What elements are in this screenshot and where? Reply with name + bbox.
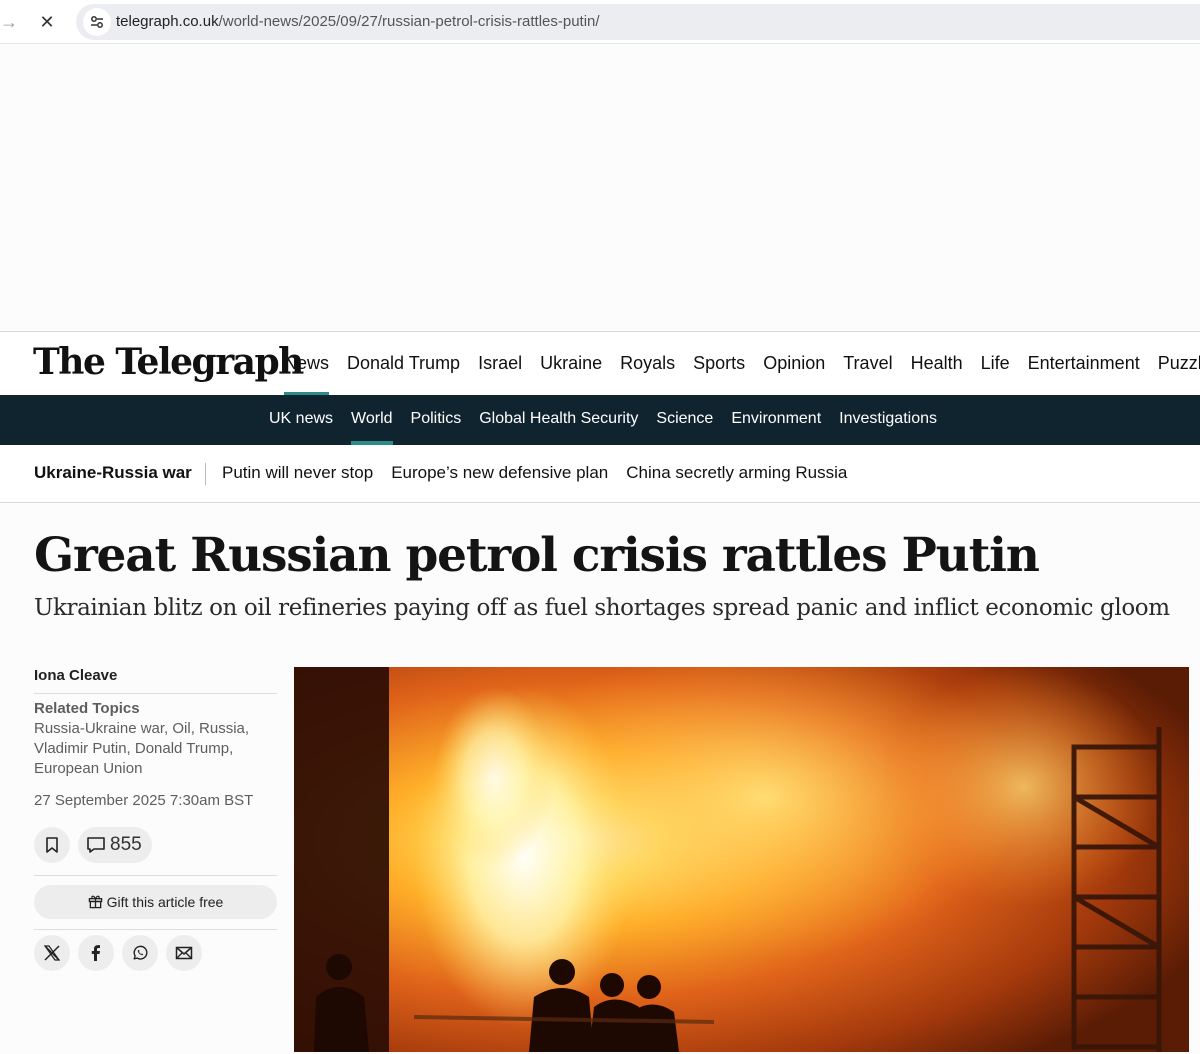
nav-item-life[interactable]: Life — [972, 332, 1019, 396]
x-icon — [43, 945, 61, 961]
nav-item-health[interactable]: Health — [902, 332, 972, 396]
publish-date: 27 September 2025 7:30am BST — [34, 792, 254, 809]
subnav-item-politics[interactable]: Politics — [402, 395, 471, 445]
facebook-icon — [91, 945, 100, 961]
related-topics-list: Russia-Ukraine war, Oil, Russia, Vladimi… — [34, 719, 277, 779]
nav-item-donald-trump[interactable]: Donald Trump — [338, 332, 469, 396]
gift-label: Gift this article free — [106, 894, 224, 910]
bookmark-icon — [46, 837, 58, 853]
nav-item-ukraine[interactable]: Ukraine — [531, 332, 611, 396]
subnav-item-environment[interactable]: Environment — [722, 395, 830, 445]
arrow-right-icon[interactable]: → — [0, 10, 18, 34]
related-topics-line[interactable]: Russia-Ukraine war, Oil, Russia, — [34, 719, 277, 739]
browser-toolbar: → ✕ telegraph.co.uk/world-news/2025/09/2… — [0, 0, 1200, 44]
tune-icon[interactable] — [83, 8, 111, 36]
share-email-button[interactable] — [166, 935, 202, 971]
telegraph-logo[interactable]: The Telegraph — [33, 342, 304, 382]
topic-link[interactable]: Europe’s new defensive plan — [382, 445, 617, 503]
divider — [34, 929, 277, 930]
subnav-item-science[interactable]: Science — [647, 395, 722, 445]
divider — [34, 875, 277, 876]
share-row — [34, 935, 277, 971]
article-headline: Great Russian petrol crisis rattles Puti… — [34, 528, 1040, 583]
url-domain: telegraph.co.uk — [116, 13, 219, 30]
article-standfirst: Ukrainian blitz on oil refineries paying… — [34, 595, 1170, 621]
whatsapp-icon — [133, 945, 148, 960]
gift-article-button[interactable]: Gift this article free — [34, 885, 277, 919]
related-topics-label: Related Topics — [34, 700, 140, 717]
url-path: /world-news/2025/09/27/russian-petrol-cr… — [218, 13, 600, 30]
share-whatsapp-button[interactable] — [122, 935, 158, 971]
share-facebook-button[interactable] — [78, 935, 114, 971]
nav-item-news[interactable]: News — [275, 332, 338, 396]
hero-image-refinery-fire[interactable] — [294, 667, 1189, 1052]
subnav-item-investigations[interactable]: Investigations — [830, 395, 946, 445]
masthead: The Telegraph News Donald Trump Israel U… — [0, 331, 1200, 396]
nav-item-travel[interactable]: Travel — [834, 332, 901, 396]
ad-slot — [0, 45, 1200, 331]
article-actions: 855 — [34, 825, 277, 865]
topic-link[interactable]: China secretly arming Russia — [617, 445, 856, 503]
email-icon — [175, 946, 193, 960]
related-topics-line[interactable]: Vladimir Putin, Donald Trump, — [34, 739, 277, 759]
address-bar[interactable]: telegraph.co.uk/world-news/2025/09/27/ru… — [76, 4, 1200, 40]
nav-item-sports[interactable]: Sports — [684, 332, 754, 396]
related-topics-line[interactable]: European Union — [34, 759, 277, 779]
primary-nav: News Donald Trump Israel Ukraine Royals … — [275, 332, 1200, 396]
url-text[interactable]: telegraph.co.uk/world-news/2025/09/27/ru… — [116, 4, 600, 40]
subnav-item-uk-news[interactable]: UK news — [260, 395, 342, 445]
share-x-button[interactable] — [34, 935, 70, 971]
close-icon[interactable]: ✕ — [34, 9, 60, 35]
nav-item-israel[interactable]: Israel — [469, 332, 531, 396]
gift-icon — [88, 895, 102, 909]
comment-count: 855 — [110, 834, 142, 855]
topic-strip: Ukraine-Russia war Putin will never stop… — [0, 445, 1200, 503]
nav-item-entertainment[interactable]: Entertainment — [1019, 332, 1149, 396]
bookmark-button[interactable] — [34, 827, 70, 863]
nav-item-royals[interactable]: Royals — [611, 332, 684, 396]
secondary-nav: UK news World Politics Global Health Sec… — [0, 395, 1200, 445]
nav-item-puzzles[interactable]: Puzzles — [1149, 332, 1200, 396]
nav-item-opinion[interactable]: Opinion — [754, 332, 834, 396]
comment-icon — [87, 837, 105, 853]
comments-button[interactable]: 855 — [78, 827, 152, 863]
topic-divider — [205, 463, 206, 485]
subnav-item-global-health-security[interactable]: Global Health Security — [470, 395, 647, 445]
article-sidebar: Iona Cleave Related Topics Russia-Ukrain… — [34, 660, 277, 971]
author-name[interactable]: Iona Cleave — [34, 660, 277, 694]
topic-link[interactable]: Putin will never stop — [213, 445, 382, 503]
subnav-item-world[interactable]: World — [342, 395, 402, 445]
topic-main-link[interactable]: Ukraine-Russia war — [34, 445, 204, 503]
